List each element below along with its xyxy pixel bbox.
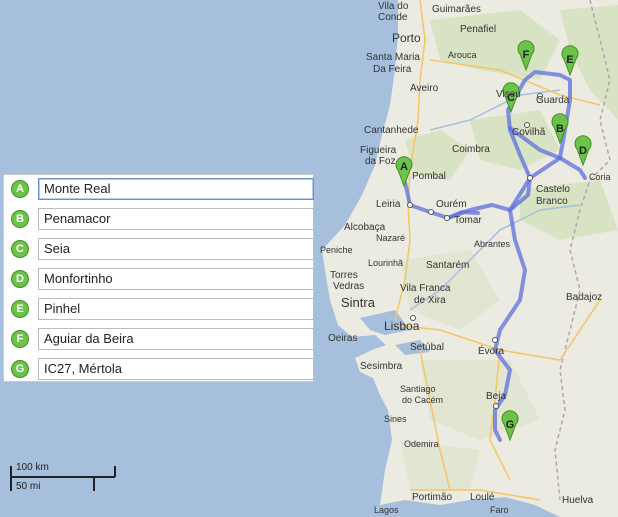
label-abrantes: Abrantes [474,239,511,249]
waypoint-row-b: B Penamacor [8,208,314,232]
waypoint-row-e: E Pinhel [8,298,314,322]
label-vila-franca: Vila Franca [400,283,451,294]
scale-mi-label: 50 mi [16,481,41,492]
waypoint-input-c[interactable]: Seia [38,238,314,260]
waypoint-row-g: G IC27, Mértola [8,358,314,382]
label-torres: Torres [330,270,358,281]
waypoint-marker-f-icon[interactable]: F [11,330,29,348]
label-guimaraes: Guimarães [432,4,481,15]
label-santiago: Santiago [400,384,436,394]
label-conde: Conde [378,12,408,23]
scale-tick-km [114,466,116,477]
label-loule: Loulé [470,492,495,503]
label-cantanhede: Cantanhede [364,125,419,136]
label-da-foz: da Foz [365,156,396,167]
waypoint-input-e[interactable]: Pinhel [38,298,314,320]
waypoint-input-a[interactable]: Monte Real [38,178,314,200]
waypoint-marker-d-icon[interactable]: D [11,270,29,288]
label-penafiel: Penafiel [460,24,496,35]
waypoint-row-a: A Monte Real [8,178,314,202]
waypoint-row-d: D Monfortinho [8,268,314,292]
waypoint-marker-b-icon[interactable]: B [11,210,29,228]
scale-km-label: 100 km [16,462,49,473]
waypoint-input-g[interactable]: IC27, Mértola [38,358,314,380]
svg-text:F: F [523,49,530,61]
label-arouca: Arouca [448,50,477,60]
label-lourinha: Lourinhã [368,258,403,268]
waypoint-input-d[interactable]: Monfortinho [38,268,314,290]
label-coimbra: Coimbra [452,144,490,155]
label-alcobaca: Alcobaça [344,222,386,233]
label-castelo: Castelo [536,184,570,195]
svg-text:A: A [400,161,408,173]
label-santarem: Santarém [426,260,469,271]
label-leiria: Leiria [376,199,401,210]
label-lisboa: Lisboa [384,319,420,333]
waypoint-marker-c-icon[interactable]: C [11,240,29,258]
svg-text:E: E [566,54,573,66]
label-vedras: Vedras [333,281,364,292]
scale-bar-line [11,476,115,478]
label-portimao: Portimão [412,492,452,503]
label-faro: Faro [490,505,509,515]
waypoint-marker-e-icon[interactable]: E [11,300,29,318]
label-sintra: Sintra [341,295,376,310]
waypoint-marker-a-icon[interactable]: A [11,180,29,198]
label-tomar: Tomar [454,215,482,226]
scale-tick-mi [93,477,95,491]
label-oeiras: Oeiras [328,333,357,344]
label-de-xira: de Xira [414,295,446,306]
label-nazare: Nazaré [376,233,405,243]
label-lagos: Lagos [374,505,399,515]
label-branco: Branco [536,196,568,207]
label-covilha: Covilhã [512,127,546,138]
label-aveiro: Aveiro [410,83,439,94]
label-pombal: Pombal [412,171,446,182]
label-sesimbra: Sesimbra [360,361,403,372]
label-odemira: Odemira [404,439,439,449]
svg-text:D: D [579,145,587,157]
label-guarda: Guarda [536,95,570,106]
waypoint-row-c: C Seia [8,238,314,262]
label-sines: Sines [384,414,407,424]
label-coria: Coria [589,172,611,182]
scale-tick-left [10,466,12,491]
map-scale-bar: 100 km 50 mi [10,462,120,492]
label-figueira: Figueira [360,145,397,156]
waypoints-panel: A Monte Real B Penamacor C Seia D Monfor… [3,174,314,382]
label-porto: Porto [392,31,421,45]
label-badajoz: Badajoz [566,292,602,303]
label-santa-maria: Santa Maria [366,52,420,63]
waypoint-row-f: F Aguiar da Beira [8,328,314,352]
label-peniche: Peniche [320,245,353,255]
waypoint-input-f[interactable]: Aguiar da Beira [38,328,314,350]
label-evora: Évora [478,344,505,357]
waypoint-marker-g-icon[interactable]: G [11,360,29,378]
svg-text:B: B [556,123,564,135]
label-beja: Beja [486,391,506,402]
svg-text:G: G [506,419,515,431]
label-ourem: Ourém [436,199,467,210]
label-setubal: Setúbal [410,342,444,353]
waypoint-input-b[interactable]: Penamacor [38,208,314,230]
label-vila-do: Vila do [378,1,409,12]
label-viseu: Viseu [496,89,521,100]
label-huelva: Huelva [562,495,594,506]
label-da-feira: Da Feira [373,64,412,75]
label-do-cacem: do Cacém [402,395,443,405]
